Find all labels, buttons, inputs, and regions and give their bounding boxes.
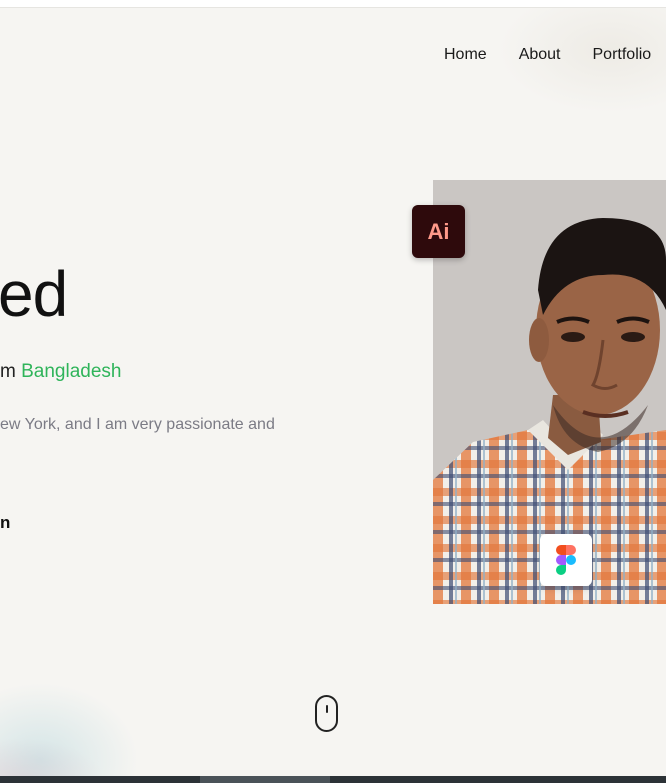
hero-cta-text[interactable]: n: [0, 513, 10, 533]
hero-country: Bangladesh: [21, 361, 122, 382]
scroll-down-icon[interactable]: [315, 695, 338, 732]
figma-logo: [556, 545, 576, 575]
scroll-wheel: [326, 705, 328, 713]
figma-icon: [540, 534, 592, 586]
scrollbar-thumb[interactable]: [200, 776, 330, 783]
top-border: [0, 0, 666, 8]
bottom-scrollbar[interactable]: [0, 776, 666, 783]
hero-name: ed: [0, 258, 68, 330]
main-nav: Home About Portfolio: [444, 46, 651, 64]
nav-about-link[interactable]: About: [519, 46, 561, 64]
hero-origin-prefix: m: [0, 361, 16, 382]
adobe-illustrator-label: Ai: [427, 218, 450, 244]
hero-description: ew York, and I am very passionate and: [0, 416, 275, 433]
nav-portfolio-link[interactable]: Portfolio: [593, 46, 652, 64]
adobe-illustrator-icon: Ai: [412, 205, 465, 258]
portfolio-page: Home About Portfolio ed m Bangladesh ew …: [0, 0, 666, 783]
nav-home-link[interactable]: Home: [444, 46, 487, 64]
hero-origin: m Bangladesh: [0, 361, 121, 383]
